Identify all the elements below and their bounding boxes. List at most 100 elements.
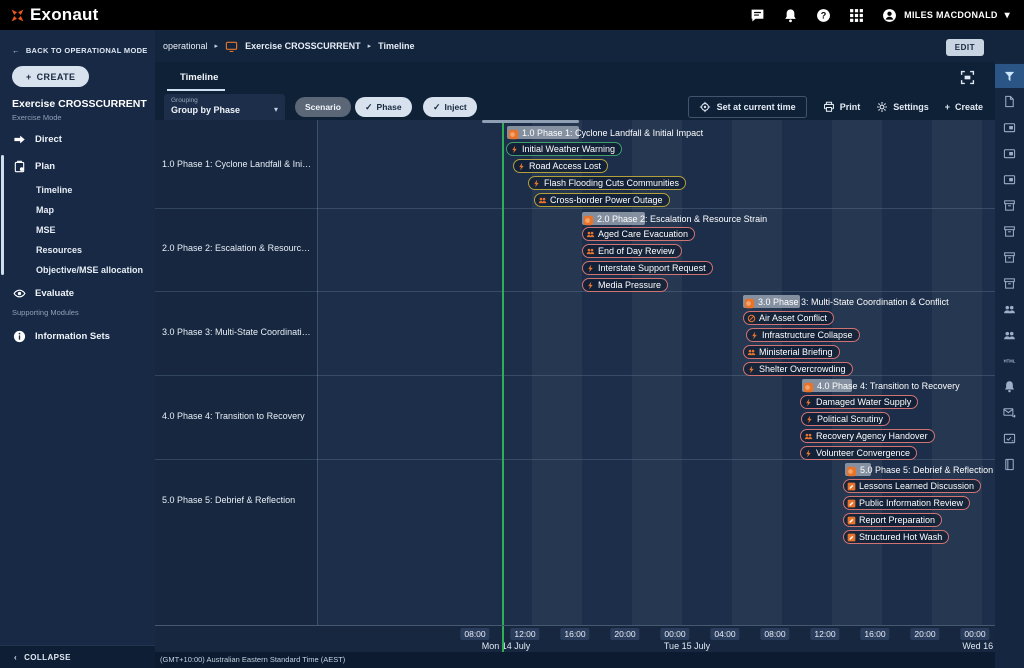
back-to-operational-mode-link[interactable]: ← BACK TO OPERATIONAL MODE <box>12 46 148 55</box>
breadcrumb: operational ▸ Exercise CROSSCURRENT ▸ Ti… <box>163 40 414 53</box>
people-group-icon[interactable] <box>995 323 1024 347</box>
book-icon[interactable] <box>995 453 1024 477</box>
inject-pill[interactable]: Political Scrutiny <box>801 412 890 426</box>
inject-pill[interactable]: Report Preparation <box>843 513 942 527</box>
edit-icon <box>847 482 856 491</box>
inject-pill[interactable]: Infrastructure Collapse <box>746 328 860 342</box>
sidebar-collapse-button[interactable]: ‹ COLLAPSE <box>0 645 155 668</box>
timeline-toolbar-actions: Set at current time Print Settings + Cre… <box>688 96 983 118</box>
inject-pill[interactable]: Aged Care Evacuation <box>582 227 695 241</box>
archive-icon[interactable] <box>995 245 1024 269</box>
phase-icon <box>803 380 814 391</box>
tab-timeline[interactable]: Timeline <box>170 68 228 90</box>
inject-pill[interactable]: Damaged Water Supply <box>800 395 918 409</box>
inject-pill[interactable]: Shelter Overcrowding <box>743 362 853 376</box>
grouping-select[interactable]: Grouping Group by Phase ▾ <box>164 94 285 121</box>
phase-bar-5[interactable]: 5.0 Phase 5: Debrief & Reflection <box>845 463 993 476</box>
inject-label: Damaged Water Supply <box>816 397 911 407</box>
filter-chip-scenario[interactable]: Scenario <box>295 97 351 117</box>
inject-pill[interactable]: Volunteer Convergence <box>800 446 917 460</box>
inject-label: Volunteer Convergence <box>816 448 910 458</box>
inject-pill[interactable]: Structured Hot Wash <box>843 530 949 544</box>
create-inject-button[interactable]: + Create <box>945 102 983 112</box>
lightning-icon <box>750 331 759 340</box>
filter-chip-inject[interactable]: ✓ Inject <box>423 97 477 117</box>
bell-icon[interactable] <box>995 375 1024 399</box>
sidebar-item-map[interactable]: Map <box>0 200 155 220</box>
sidebar-item-direct[interactable]: Direct <box>0 128 155 150</box>
row-divider <box>155 208 995 209</box>
inject-label: Report Preparation <box>859 515 935 525</box>
filter-icon[interactable] <box>995 64 1024 88</box>
inject-pill[interactable]: Lessons Learned Discussion <box>843 479 981 493</box>
phase-icon <box>583 213 594 224</box>
card-check-icon[interactable] <box>995 427 1024 451</box>
inject-pill[interactable]: Cross-border Power Outage <box>534 193 670 207</box>
bell-icon[interactable] <box>783 8 798 23</box>
inject-label: Infrastructure Collapse <box>762 330 853 340</box>
edit-button[interactable]: EDIT <box>946 39 984 56</box>
lightning-icon <box>805 415 814 424</box>
people-group-icon[interactable] <box>995 297 1024 321</box>
sidebar-item-mse[interactable]: MSE <box>0 220 155 240</box>
user-menu[interactable]: MILES MACDONALD ▾ <box>882 8 1010 23</box>
inject-pill[interactable]: Initial Weather Warning <box>506 142 622 156</box>
apps-grid-icon[interactable] <box>849 8 864 23</box>
html-icon[interactable]: HTML <box>995 349 1024 373</box>
inject-pill[interactable]: Media Pressure <box>582 278 668 292</box>
filter-chip-phase[interactable]: ✓ Phase <box>355 97 412 117</box>
create-button[interactable]: + CREATE <box>12 66 89 87</box>
grouping-label: Grouping <box>171 97 278 104</box>
timeline-chart: 1.0 Phase 1: Cyclone Landfall & Initial … <box>155 120 995 625</box>
sidebar-item-information-sets[interactable]: Information Sets <box>0 325 155 347</box>
card-image-icon[interactable] <box>995 116 1024 140</box>
inject-label: Political Scrutiny <box>817 414 883 424</box>
breadcrumb-operational[interactable]: operational <box>163 41 208 51</box>
lightning-icon <box>532 179 541 188</box>
row-label-phase-5: 5.0 Phase 5: Debrief & Reflection <box>162 495 312 505</box>
breadcrumb-exercise[interactable]: Exercise CROSSCURRENT <box>245 41 361 51</box>
inject-label: Ministerial Briefing <box>759 347 833 357</box>
inject-pill[interactable]: End of Day Review <box>582 244 682 258</box>
sidebar-item-plan[interactable]: Plan <box>0 155 155 177</box>
sidebar-item-timeline[interactable]: Timeline <box>0 180 155 200</box>
print-button[interactable]: Print <box>823 101 861 113</box>
archive-icon[interactable] <box>995 194 1024 218</box>
exonaut-logo-icon <box>10 8 25 23</box>
set-at-current-time-button[interactable]: Set at current time <box>688 96 807 118</box>
phase-bar-4[interactable]: 4.0 Phase 4: Transition to Recovery <box>802 379 960 392</box>
phase-bar-2[interactable]: 2.0 Phase 2: Escalation & Resource Strai… <box>582 212 767 225</box>
help-icon[interactable]: ? <box>816 8 831 23</box>
inject-pill[interactable]: Interstate Support Request <box>582 261 713 275</box>
time-tick-label: 08:00 <box>760 628 789 640</box>
inject-pill[interactable]: Recovery Agency Handover <box>800 429 935 443</box>
breadcrumb-timeline[interactable]: Timeline <box>378 41 414 51</box>
phase-bar-1[interactable]: 1.0 Phase 1: Cyclone Landfall & Initial … <box>507 126 703 139</box>
print-icon-label: Print <box>840 102 861 112</box>
settings-button[interactable]: Settings <box>876 101 929 113</box>
row-divider <box>155 375 995 376</box>
archive-icon[interactable] <box>995 219 1024 243</box>
phase-bar-3[interactable]: 3.0 Phase 3: Multi-State Coordination & … <box>743 295 949 308</box>
chat-icon[interactable] <box>750 8 765 23</box>
row-divider <box>155 291 995 292</box>
document-icon[interactable] <box>995 90 1024 114</box>
sidebar-item-resources[interactable]: Resources <box>0 240 155 260</box>
inject-pill[interactable]: Flash Flooding Cuts Communities <box>528 176 686 190</box>
exercise-mode-label: Exercise Mode <box>12 113 62 122</box>
sidebar-item-evaluate[interactable]: Evaluate <box>0 282 155 304</box>
time-tick-label: 20:00 <box>910 628 939 640</box>
sidebar-item-objective-mse-allocation[interactable]: Objective/MSE allocation <box>0 260 155 280</box>
inject-pill[interactable]: Air Asset Conflict <box>743 311 834 325</box>
mail-send-icon[interactable] <box>995 401 1024 425</box>
card-image-icon[interactable] <box>995 168 1024 192</box>
select-caret-icon: ▾ <box>274 105 278 114</box>
inject-pill[interactable]: Public Information Review <box>843 496 970 510</box>
time-tick-label: 16:00 <box>560 628 589 640</box>
inject-pill[interactable]: Road Access Lost <box>513 159 608 173</box>
archive-icon[interactable] <box>995 271 1024 295</box>
time-window-scrollbar[interactable] <box>482 120 579 123</box>
fullscreen-icon[interactable] <box>960 70 975 85</box>
inject-pill[interactable]: Ministerial Briefing <box>743 345 840 359</box>
card-image-icon[interactable] <box>995 142 1024 166</box>
